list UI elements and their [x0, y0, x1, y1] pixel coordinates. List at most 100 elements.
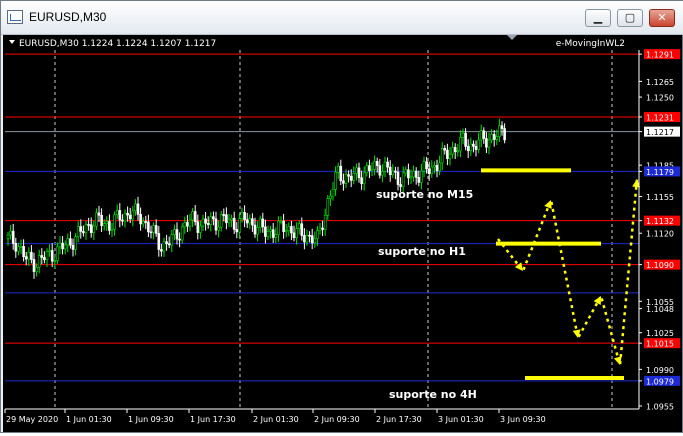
- candle-body: [139, 214, 142, 225]
- candle-body: [35, 266, 38, 272]
- candle-body: [331, 189, 335, 197]
- candle-body: [373, 161, 376, 170]
- candle-body: [183, 222, 187, 228]
- candle-body: [9, 230, 12, 236]
- candle-body: [370, 169, 374, 172]
- candle-body: [407, 169, 410, 179]
- candle-body: [466, 146, 470, 152]
- candle-body: [308, 234, 311, 237]
- candle-body: [300, 223, 304, 236]
- candle-body: [383, 161, 387, 172]
- annotation-support-4h: suporte no 4H: [389, 388, 477, 401]
- candle-body: [6, 234, 10, 239]
- candle-body: [485, 138, 488, 148]
- candle-body: [193, 211, 197, 223]
- candle-body: [232, 217, 236, 230]
- candle-body: [446, 149, 449, 160]
- price-axis-label-1: 1.1265: [646, 78, 674, 87]
- candle-body: [165, 241, 168, 244]
- candle-body: [214, 218, 218, 231]
- candle-body: [329, 195, 332, 200]
- candle-body: [108, 221, 111, 231]
- candle-body: [50, 250, 54, 262]
- candle-body: [227, 219, 231, 224]
- candle-body: [206, 223, 210, 225]
- candle-body: [365, 165, 369, 174]
- candle-body: [391, 170, 395, 176]
- candle-body: [84, 224, 88, 234]
- time-axis-label-1: 1 Jun 01:30: [66, 415, 112, 424]
- candle-body: [251, 218, 254, 226]
- candle-body: [48, 250, 51, 252]
- maximize-button[interactable]: ▢: [617, 9, 643, 27]
- candle-body: [388, 166, 392, 176]
- candle-body: [144, 221, 148, 223]
- candle-body: [347, 174, 350, 177]
- candle-body: [305, 234, 309, 243]
- candle-body: [162, 241, 166, 252]
- candle-body: [14, 243, 18, 252]
- candle-body: [32, 259, 36, 272]
- candle-body: [71, 244, 75, 250]
- candle-body: [154, 225, 158, 234]
- candle-body: [199, 225, 202, 233]
- candle-body: [414, 170, 418, 178]
- candle-body: [30, 251, 33, 260]
- candle-body: [92, 225, 96, 233]
- arrow-up-1-icon-head: [544, 200, 552, 209]
- candle-body: [118, 210, 122, 221]
- candle-body: [186, 222, 189, 227]
- candle-body: [66, 238, 70, 246]
- candle-body: [433, 165, 436, 168]
- candle-body: [352, 172, 356, 181]
- candle-body: [297, 223, 301, 229]
- candle-body: [24, 256, 28, 260]
- chart-shift-marker-icon[interactable]: [507, 35, 517, 40]
- candle-body: [381, 171, 384, 176]
- candle-body: [69, 238, 72, 246]
- candle-body: [282, 220, 285, 232]
- candle-body: [386, 161, 389, 168]
- candle-body: [63, 244, 67, 250]
- candle-body: [316, 230, 319, 239]
- arrow-down-3-icon-head: [613, 356, 622, 365]
- candle-body: [422, 161, 426, 172]
- candle-body: [136, 203, 140, 215]
- minimize-button[interactable]: ▁: [585, 9, 611, 27]
- candle-body: [443, 148, 447, 151]
- candle-body: [287, 226, 291, 232]
- candle-body: [323, 214, 327, 230]
- collapse-arrow-icon[interactable]: [9, 40, 15, 44]
- arrow-up-3-icon-head: [632, 179, 641, 188]
- projection-path[interactable]: [497, 178, 639, 366]
- candle-body: [472, 143, 475, 147]
- chart-canvas[interactable]: 1.12911.12651.12501.12311.12171.11851.11…: [3, 35, 682, 432]
- candle-body: [430, 166, 434, 174]
- title-bar[interactable]: EURUSD,M30 ▁ ▢ ✕: [1, 1, 683, 35]
- price-tag-label-4: 1.1217: [646, 128, 674, 137]
- time-axis-label-4: 2 Jun 01:30: [253, 415, 299, 424]
- candle-body: [209, 216, 213, 225]
- candle-body: [56, 246, 59, 261]
- indicator-name: e-MovingInWL2: [556, 39, 625, 49]
- candle-body: [175, 229, 179, 240]
- candle-body: [295, 228, 298, 239]
- candle-body: [37, 255, 41, 268]
- candle-body: [261, 218, 265, 228]
- candle-body: [248, 218, 252, 224]
- candle-body: [284, 230, 288, 233]
- candle-body: [271, 229, 275, 238]
- candle-body: [440, 148, 444, 164]
- candle-body: [326, 198, 330, 216]
- price-chart[interactable]: 1.1291 1.1265 1.1250 1.1231 1.1217 1.1185 1.11…: [3, 35, 682, 432]
- candle-body: [222, 214, 226, 216]
- candle-body: [375, 161, 379, 166]
- candle-body: [113, 214, 116, 230]
- close-button[interactable]: ✕: [649, 9, 675, 27]
- candle-body: [53, 260, 57, 262]
- candle-body: [479, 130, 483, 141]
- price-tag-label-16: 1.0979: [646, 377, 674, 386]
- candle-body: [40, 255, 44, 258]
- candle-body: [123, 212, 127, 222]
- price-tag-label-10: 1.1090: [646, 261, 674, 270]
